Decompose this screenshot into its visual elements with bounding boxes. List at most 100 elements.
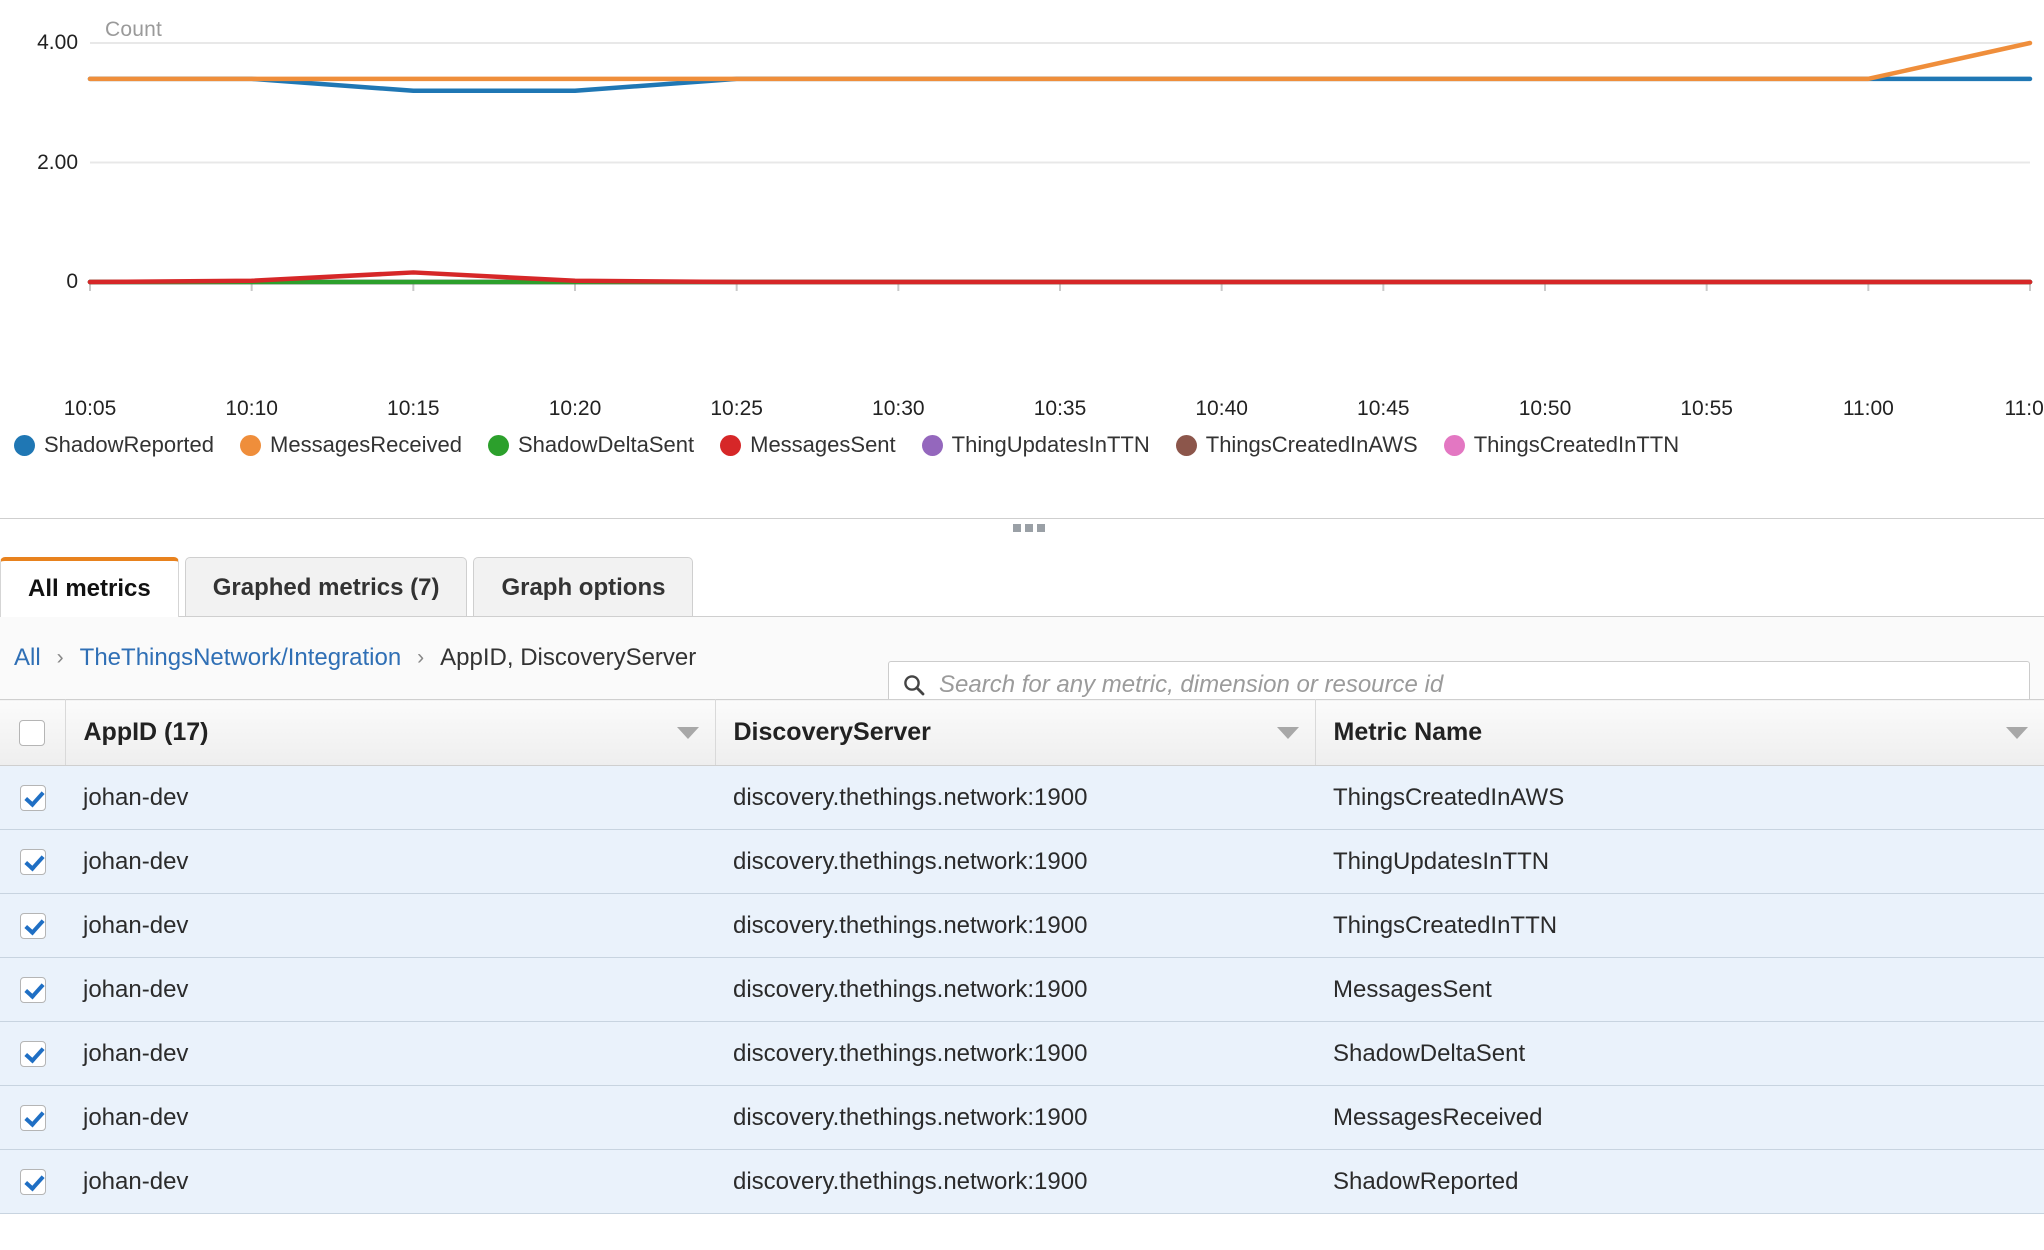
legend-label: MessagesSent	[750, 434, 896, 456]
column-header-appid-label: AppID (17)	[84, 718, 209, 746]
cell-discoveryserver: discovery.thethings.network:1900	[715, 958, 1315, 1022]
row-select-cell[interactable]	[0, 894, 65, 958]
chart-svg	[0, 0, 2044, 400]
row-checkbox[interactable]	[20, 1041, 46, 1067]
legend-item[interactable]: ShadowDeltaSent	[488, 434, 694, 456]
tab-label: Graph options	[501, 574, 665, 602]
search-icon	[903, 674, 925, 696]
cloudwatch-metrics-page: Count 4.002.000 10:0510:1010:1510:2010:2…	[0, 0, 2044, 1250]
legend-color-swatch	[14, 435, 35, 456]
metrics-table: AppID (17) DiscoveryServer Metric Name j…	[0, 699, 2044, 1214]
row-checkbox[interactable]	[20, 785, 46, 811]
legend-item[interactable]: ThingUpdatesInTTN	[922, 434, 1150, 456]
x-axis-tick: 10:55	[1680, 398, 1733, 419]
legend-label: ShadowReported	[44, 434, 214, 456]
row-select-cell[interactable]	[0, 766, 65, 830]
metrics-table-body: johan-devdiscovery.thethings.network:190…	[0, 766, 2044, 1214]
column-header-metricname-label: Metric Name	[1334, 718, 1483, 746]
legend-label: ShadowDeltaSent	[518, 434, 694, 456]
x-axis-tick: 10:25	[710, 398, 763, 419]
x-axis-tick: 10:35	[1034, 398, 1087, 419]
tab-label: Graphed metrics (7)	[213, 574, 440, 602]
table-row[interactable]: johan-devdiscovery.thethings.network:190…	[0, 894, 2044, 958]
cell-appid: johan-dev	[65, 830, 715, 894]
legend-item[interactable]: ThingsCreatedInAWS	[1176, 434, 1418, 456]
tab-graph-options[interactable]: Graph options	[473, 557, 693, 617]
cell-discoveryserver: discovery.thethings.network:1900	[715, 1022, 1315, 1086]
metrics-tab-bar: All metrics Graphed metrics (7) Graph opti…	[0, 557, 2044, 617]
panel-resize-handle[interactable]	[1013, 524, 1045, 532]
chevron-down-icon[interactable]	[1277, 727, 1299, 739]
cell-metricname: MessagesSent	[1315, 958, 2044, 1022]
metrics-table-head: AppID (17) DiscoveryServer Metric Name	[0, 700, 2044, 766]
cell-metricname: ThingUpdatesInTTN	[1315, 830, 2044, 894]
column-header-discoveryserver-label: DiscoveryServer	[734, 718, 931, 746]
row-checkbox[interactable]	[20, 913, 46, 939]
table-row[interactable]: johan-devdiscovery.thethings.network:190…	[0, 1150, 2044, 1214]
row-checkbox[interactable]	[20, 849, 46, 875]
cell-discoveryserver: discovery.thethings.network:1900	[715, 1150, 1315, 1214]
cell-appid: johan-dev	[65, 1086, 715, 1150]
row-checkbox[interactable]	[20, 1169, 46, 1195]
x-axis-tick: 10:15	[387, 398, 440, 419]
x-axis-tick: 10:10	[225, 398, 278, 419]
row-select-cell[interactable]	[0, 830, 65, 894]
table-row[interactable]: johan-devdiscovery.thethings.network:190…	[0, 766, 2044, 830]
row-select-cell[interactable]	[0, 1150, 65, 1214]
row-select-cell[interactable]	[0, 1086, 65, 1150]
legend-label: MessagesReceived	[270, 434, 462, 456]
row-checkbox[interactable]	[20, 1105, 46, 1131]
legend-color-swatch	[720, 435, 741, 456]
metric-chart-panel: Count 4.002.000 10:0510:1010:1510:2010:2…	[0, 0, 2044, 510]
cell-metricname: ThingsCreatedInAWS	[1315, 766, 2044, 830]
x-axis-tick: 11:05	[2005, 398, 2044, 419]
legend-item[interactable]: MessagesReceived	[240, 434, 462, 456]
legend-color-swatch	[922, 435, 943, 456]
legend-label: ThingUpdatesInTTN	[952, 434, 1150, 456]
legend-label: ThingsCreatedInAWS	[1206, 434, 1418, 456]
legend-item[interactable]: ShadowReported	[14, 434, 214, 456]
table-row[interactable]: johan-devdiscovery.thethings.network:190…	[0, 958, 2044, 1022]
legend-item[interactable]: MessagesSent	[720, 434, 896, 456]
table-header-row: AppID (17) DiscoveryServer Metric Name	[0, 700, 2044, 766]
column-header-discoveryserver[interactable]: DiscoveryServer	[715, 700, 1315, 766]
legend-color-swatch	[1444, 435, 1465, 456]
tab-all-metrics[interactable]: All metrics	[0, 557, 179, 617]
cell-metricname: ShadowReported	[1315, 1150, 2044, 1214]
cell-discoveryserver: discovery.thethings.network:1900	[715, 830, 1315, 894]
cell-appid: johan-dev	[65, 894, 715, 958]
cell-metricname: ThingsCreatedInTTN	[1315, 894, 2044, 958]
legend-color-swatch	[240, 435, 261, 456]
x-axis-tick: 10:20	[549, 398, 602, 419]
tab-graphed-metrics-7[interactable]: Graphed metrics (7)	[185, 557, 468, 617]
row-checkbox[interactable]	[20, 977, 46, 1003]
legend-color-swatch	[488, 435, 509, 456]
table-row[interactable]: johan-devdiscovery.thethings.network:190…	[0, 1086, 2044, 1150]
cell-appid: johan-dev	[65, 766, 715, 830]
breadcrumb-item-1[interactable]: All	[14, 644, 41, 672]
cell-appid: johan-dev	[65, 1022, 715, 1086]
breadcrumb: All›TheThingsNetwork/Integration›AppID, …	[0, 644, 696, 672]
table-row[interactable]: johan-devdiscovery.thethings.network:190…	[0, 830, 2044, 894]
column-header-appid[interactable]: AppID (17)	[65, 700, 715, 766]
chevron-down-icon[interactable]	[2006, 727, 2028, 739]
cell-discoveryserver: discovery.thethings.network:1900	[715, 894, 1315, 958]
x-axis-tick: 11:00	[1843, 398, 1894, 419]
select-all-header[interactable]	[0, 700, 65, 766]
chart-plot-area[interactable]	[0, 0, 2044, 400]
x-axis-tick: 10:50	[1519, 398, 1572, 419]
x-axis-tick: 10:45	[1357, 398, 1410, 419]
row-select-cell[interactable]	[0, 958, 65, 1022]
breadcrumb-item-2[interactable]: TheThingsNetwork/Integration	[80, 644, 402, 672]
cell-metricname: MessagesReceived	[1315, 1086, 2044, 1150]
row-select-cell[interactable]	[0, 1022, 65, 1086]
select-all-checkbox[interactable]	[19, 720, 45, 746]
cell-appid: johan-dev	[65, 1150, 715, 1214]
legend-color-swatch	[1176, 435, 1197, 456]
legend-item[interactable]: ThingsCreatedInTTN	[1444, 434, 1679, 456]
table-row[interactable]: johan-devdiscovery.thethings.network:190…	[0, 1022, 2044, 1086]
x-axis-tick: 10:30	[872, 398, 925, 419]
chevron-down-icon[interactable]	[677, 727, 699, 739]
drag-dot	[1025, 524, 1033, 532]
column-header-metricname[interactable]: Metric Name	[1315, 700, 2044, 766]
